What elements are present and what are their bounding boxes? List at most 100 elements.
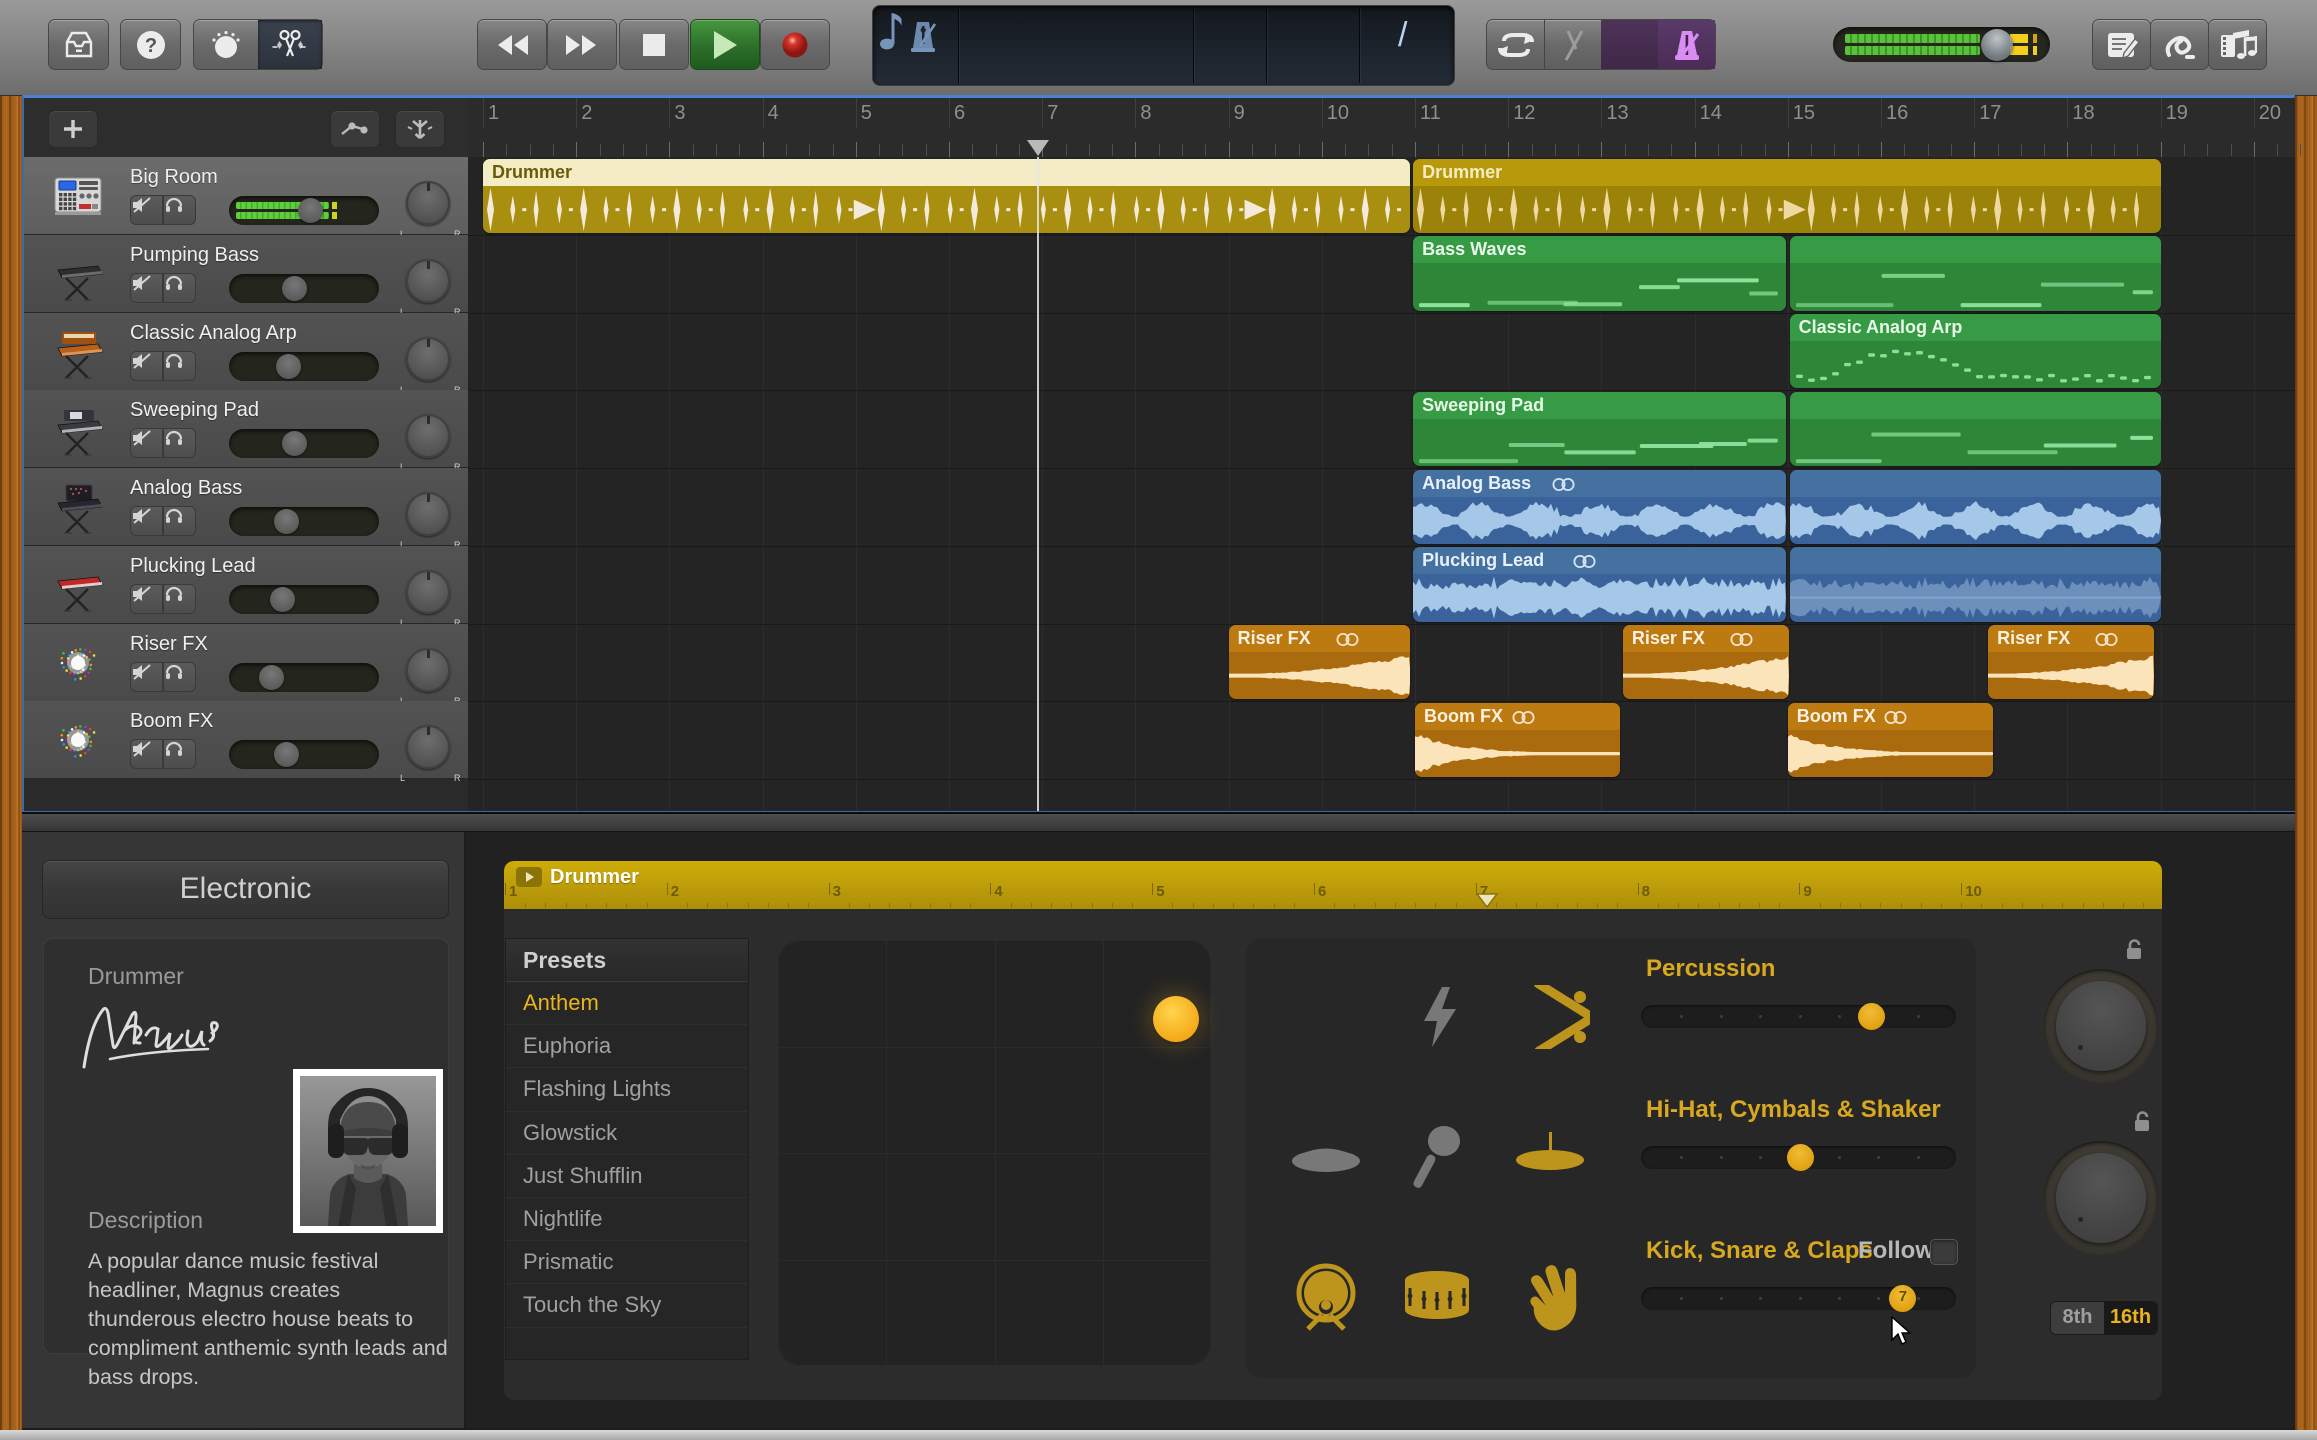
metronome-button[interactable]	[1658, 20, 1715, 69]
track-volume-slider[interactable]	[229, 196, 379, 225]
drum-slider[interactable]	[1641, 1003, 1956, 1030]
region-part[interactable]	[1789, 391, 2161, 466]
track-volume-thumb[interactable]	[269, 586, 295, 612]
editor-region-header[interactable]: Drummer 1 2 3 4 5 6 7 8 9 10	[504, 861, 2162, 909]
track-header-boom-fx[interactable]: Boom FX L R	[24, 701, 468, 783]
drum-icon-cymbal[interactable]	[1289, 1141, 1363, 1175]
drum-slider-thumb[interactable]	[1787, 1144, 1815, 1171]
drum-icon-claps-hand[interactable]	[1518, 1264, 1582, 1334]
preset-nightlife[interactable]: Nightlife	[506, 1198, 748, 1242]
track-volume-slider[interactable]	[229, 273, 379, 303]
solo-button[interactable]	[163, 739, 196, 770]
swing-lock-icon[interactable]	[2132, 1109, 2152, 1138]
drum-slider[interactable]: 7	[1641, 1285, 1956, 1312]
pan-knob[interactable]	[406, 647, 450, 692]
solo-button[interactable]	[163, 583, 196, 614]
catch-playhead-button[interactable]	[395, 110, 445, 148]
mute-button[interactable]	[130, 739, 163, 770]
lcd-position[interactable]	[959, 6, 1191, 85]
region-part[interactable]	[1789, 547, 2161, 622]
region-boom-fx[interactable]: Boom FX	[1415, 702, 1621, 777]
media-browser-button[interactable]	[2208, 19, 2267, 70]
solo-button[interactable]	[163, 428, 196, 459]
track-volume-thumb[interactable]	[281, 275, 307, 301]
track-volume-slider[interactable]	[229, 662, 379, 692]
window-divider[interactable]	[22, 812, 2295, 832]
region-riser-fx[interactable]: Riser FX	[1988, 625, 2155, 700]
track-volume-thumb[interactable]	[274, 742, 299, 768]
division-8th[interactable]: 8th	[2051, 1302, 2104, 1334]
mute-button[interactable]	[130, 195, 163, 225]
track-volume-thumb[interactable]	[275, 353, 301, 379]
lcd-display[interactable]: /	[872, 5, 1455, 86]
pan-knob[interactable]	[406, 492, 450, 536]
track-volume-slider[interactable]	[229, 507, 379, 536]
track-volume-thumb[interactable]	[274, 509, 299, 534]
library-button-icon[interactable]	[48, 19, 109, 70]
editor-playhead-marker[interactable]	[1475, 893, 1499, 909]
swing-division-segment[interactable]: 8th 16th	[2050, 1301, 2158, 1335]
mute-button[interactable]	[130, 661, 163, 692]
track-header-analog-bass[interactable]: Analog Bass L R	[24, 468, 468, 550]
division-16th[interactable]: 16th	[2104, 1302, 2157, 1334]
region-bass-waves[interactable]: Bass Waves	[1413, 236, 1786, 311]
region-sweeping-pad[interactable]: Sweeping Pad	[1413, 391, 1786, 466]
forward-button[interactable]	[547, 19, 617, 70]
region-drummer[interactable]: Drummer	[483, 158, 1411, 233]
automation-button[interactable]	[330, 110, 380, 148]
count-in-button[interactable]	[1601, 20, 1658, 69]
region-drummer[interactable]: Drummer	[1413, 158, 2161, 233]
region-part[interactable]	[1789, 236, 2161, 311]
drum-icon-kick-drum[interactable]	[1294, 1263, 1358, 1335]
note-pads-button[interactable]	[2092, 19, 2151, 70]
genre-button[interactable]: Electronic	[42, 860, 449, 919]
play-button[interactable]	[690, 19, 760, 70]
solo-button[interactable]	[163, 350, 196, 381]
region-classic-analog-arp[interactable]: Classic Analog Arp	[1789, 314, 2161, 389]
fills-lock-icon[interactable]	[2124, 937, 2144, 966]
track-volume-thumb[interactable]	[281, 431, 307, 457]
swing-knob[interactable]	[2044, 1141, 2158, 1255]
track-volume-thumb[interactable]	[298, 198, 323, 223]
mute-button[interactable]	[130, 506, 163, 536]
loop-browser-button[interactable]	[2150, 19, 2209, 70]
master-volume-slider[interactable]	[1833, 27, 2050, 62]
quick-help-button[interactable]: ?	[120, 19, 181, 70]
track-header-big-room[interactable]: Big Room L R	[24, 157, 468, 239]
lcd-key[interactable]	[1267, 6, 1359, 85]
pan-knob[interactable]	[406, 181, 450, 225]
solo-button[interactable]	[163, 661, 196, 692]
pan-knob[interactable]	[406, 414, 450, 459]
track-volume-slider[interactable]	[229, 351, 379, 381]
preset-euphoria[interactable]: Euphoria	[506, 1025, 748, 1069]
region-riser-fx[interactable]: Riser FX	[1622, 625, 1789, 700]
editor-play-icon[interactable]	[516, 867, 542, 887]
track-header-classic-analog-arp[interactable]: Classic Analog Arp L R	[24, 312, 468, 395]
pan-knob[interactable]	[406, 569, 450, 614]
mute-button[interactable]	[130, 350, 163, 381]
pan-knob[interactable]	[406, 336, 450, 381]
playhead-marker[interactable]	[1026, 140, 1049, 156]
drum-icon-ride-cymbal[interactable]	[1513, 1130, 1587, 1186]
solo-button[interactable]	[163, 195, 196, 225]
tuner-button[interactable]	[1544, 20, 1602, 69]
track-volume-slider[interactable]	[229, 740, 379, 770]
drum-slider-thumb[interactable]	[1857, 1003, 1885, 1030]
preset-glowstick[interactable]: Glowstick	[506, 1112, 748, 1155]
lcd-tempo[interactable]	[1194, 6, 1266, 85]
region-riser-fx[interactable]: Riser FX	[1228, 625, 1411, 700]
stop-button[interactable]	[619, 19, 689, 70]
drum-slider[interactable]	[1641, 1144, 1956, 1171]
drum-slider-thumb[interactable]: 7	[1889, 1285, 1917, 1312]
region-analog-bass[interactable]: Analog Bass	[1413, 469, 1786, 544]
smart-controls-button[interactable]	[194, 20, 259, 69]
preset-just-shufflin[interactable]: Just Shufflin	[506, 1155, 748, 1198]
add-track-button[interactable]	[48, 110, 98, 148]
record-button[interactable]	[760, 19, 830, 70]
solo-button[interactable]	[163, 506, 196, 536]
track-volume-thumb[interactable]	[259, 664, 284, 690]
track-header-plucking-lead[interactable]: Plucking Lead L R	[24, 545, 468, 628]
solo-button[interactable]	[163, 272, 196, 303]
drum-icon-sticks[interactable]	[1516, 979, 1592, 1056]
region-part[interactable]	[1789, 469, 2161, 544]
